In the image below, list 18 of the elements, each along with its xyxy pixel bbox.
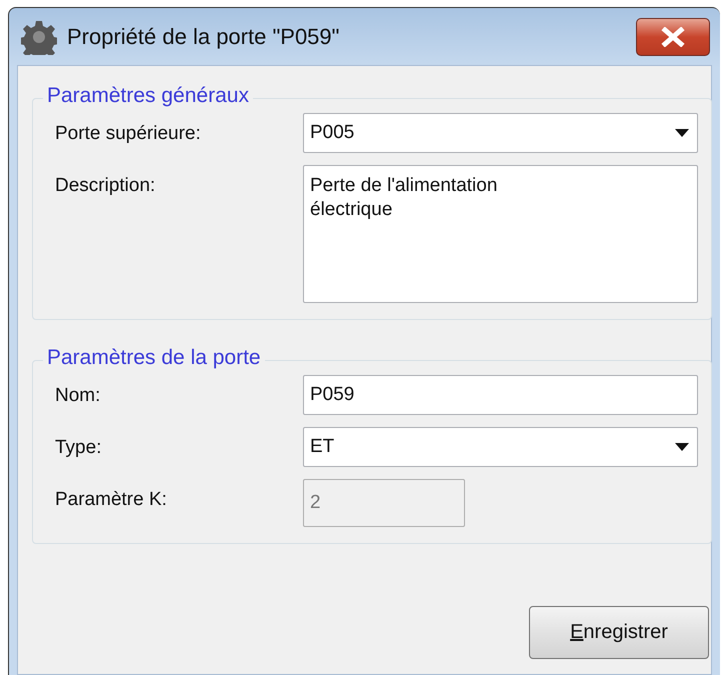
caret-icon bbox=[675, 129, 689, 137]
caret-icon bbox=[675, 443, 689, 451]
close-button[interactable] bbox=[636, 18, 710, 56]
gear-icon bbox=[21, 18, 57, 54]
window-title: Propriété de la porte "P059" bbox=[67, 24, 340, 50]
dropdown[interactable]: P005 bbox=[303, 113, 698, 153]
field-label: Description: bbox=[55, 174, 156, 197]
input-field[interactable]: P059 bbox=[303, 375, 698, 415]
group-title: Paramètres généraux bbox=[43, 84, 253, 108]
description-field[interactable]: Perte de l'alimentation électrique bbox=[303, 165, 698, 303]
dropdown[interactable]: ET bbox=[303, 427, 698, 467]
close-icon bbox=[660, 26, 686, 46]
group-title: Paramètres de la porte bbox=[43, 346, 265, 370]
field-label: Porte supérieure: bbox=[55, 122, 202, 145]
field-label: Paramètre K: bbox=[55, 488, 168, 511]
field-label: Type: bbox=[55, 436, 102, 459]
field-label: Nom: bbox=[55, 384, 102, 407]
save-button[interactable]: Enregistrer bbox=[529, 606, 709, 659]
